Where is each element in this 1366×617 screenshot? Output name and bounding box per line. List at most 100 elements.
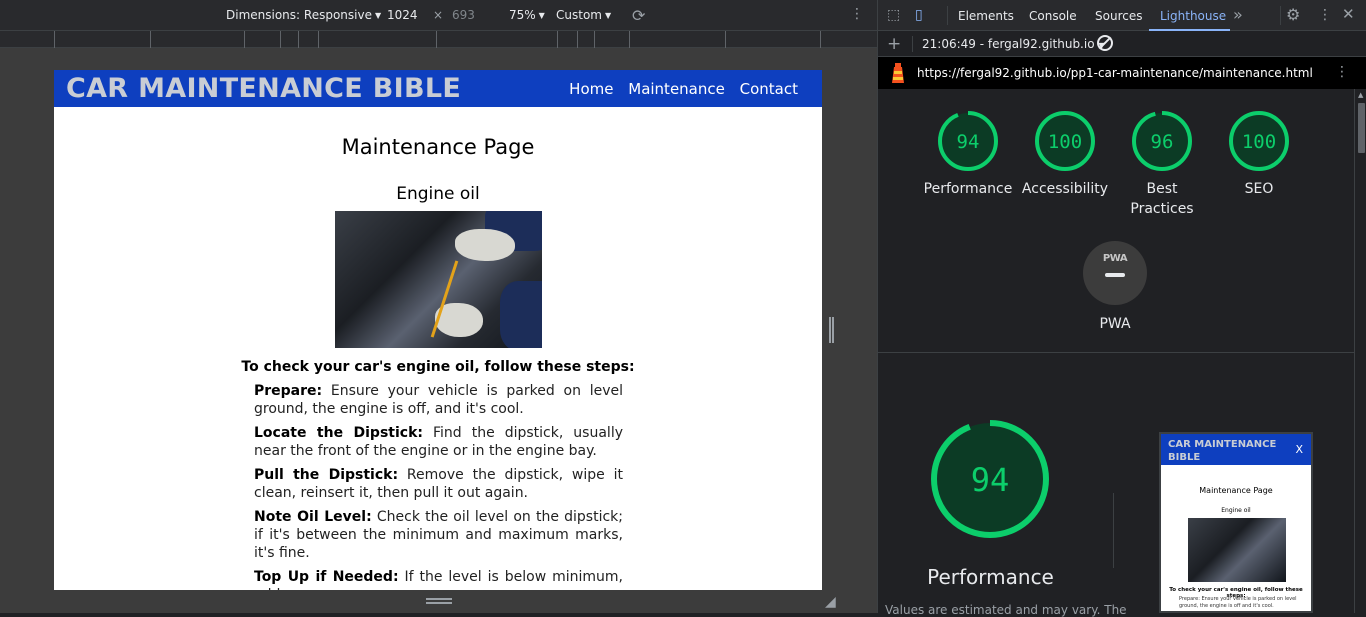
tab-console[interactable]: Console [1029, 9, 1077, 23]
divider [1113, 493, 1114, 568]
throttle-dropdown[interactable]: Custom ▼ [556, 8, 611, 22]
times-icon: × [433, 8, 444, 22]
gauge-label: Performance [923, 181, 1013, 197]
bottom-resize-handle[interactable] [54, 590, 822, 613]
gauge-best-practices[interactable]: 96 Best Practices [1112, 109, 1212, 219]
section-title: Engine oil [396, 184, 480, 204]
devtools-tabbar: ⬚ ▯ Elements Console Sources Lighthouse … [878, 0, 1366, 31]
close-icon[interactable]: ✕ [1342, 5, 1355, 23]
scrollbar-thumb[interactable] [1358, 103, 1365, 153]
scroll-up-icon[interactable]: ▲ [1358, 91, 1363, 99]
dimensions-label: Dimensions: Responsive [226, 8, 372, 22]
gauge-label: Accessibility [1021, 181, 1109, 197]
lighthouse-toolbar: + 21:06:49 - fergal92.github.io ▼ [878, 31, 1366, 57]
inspect-element-icon[interactable]: ⬚ [887, 7, 900, 23]
score-ring-icon: 96 [1132, 111, 1192, 171]
throttle-label: Custom [556, 8, 602, 22]
step-label: Prepare: [254, 383, 323, 399]
step-item: Locate the Dipstick: Find the dipstick, … [254, 424, 623, 460]
clear-icon[interactable] [1097, 35, 1113, 51]
more-tabs-icon[interactable]: » [1233, 5, 1243, 24]
more-options-icon[interactable]: ⋮ [850, 6, 864, 22]
score-value: 100 [1048, 131, 1082, 153]
chevron-down-icon: ▼ [604, 11, 612, 20]
media-query-ruler[interactable] [0, 31, 877, 48]
report-url-bar: https://fergal92.github.io/pp1-car-maint… [878, 57, 1366, 89]
pwa-badge-text: PWA [1102, 253, 1128, 264]
more-options-icon[interactable]: ⋮ [1335, 64, 1349, 80]
gauge-seo[interactable]: 100 SEO [1209, 109, 1309, 199]
step-item: Note Oil Level: Check the oil level on t… [254, 508, 623, 562]
score-value: 96 [1151, 131, 1174, 153]
chevron-down-icon: ▼ [374, 11, 382, 20]
step-label: Pull the Dipstick: [254, 467, 399, 483]
tab-elements[interactable]: Elements [958, 9, 1014, 23]
tab-sources[interactable]: Sources [1095, 9, 1142, 23]
thumbnail-close-icon: X [1295, 443, 1303, 456]
nav-link-home[interactable]: Home [569, 80, 613, 98]
score-ring-icon: 94 [938, 111, 998, 171]
steps-list: Prepare: Ensure your vehicle is parked o… [254, 382, 623, 590]
emulated-viewport[interactable]: CAR MAINTENANCE BIBLE Home Maintenance C… [54, 70, 822, 590]
site-header: CAR MAINTENANCE BIBLE Home Maintenance C… [54, 70, 822, 107]
gauge-accessibility[interactable]: 100 Accessibility [1015, 109, 1115, 199]
more-options-icon[interactable]: ⋮ [1318, 7, 1332, 23]
step-label: Note Oil Level: [254, 509, 372, 525]
score-summary: 94 Performance 100 Accessibility 96 Best… [878, 89, 1354, 353]
steps-intro: To check your car's engine oil, follow t… [241, 359, 635, 375]
step-item: Top Up if Needed: If the level is below … [254, 568, 623, 590]
corner-resize-icon[interactable]: ◢ [825, 594, 836, 610]
step-label: Top Up if Needed: [254, 569, 399, 585]
device-emulation-pane: Dimensions: Responsive ▼ 1024 × 693 75% ▼ … [0, 0, 877, 613]
nav-link-contact[interactable]: Contact [740, 80, 798, 98]
step-label: Locate the Dipstick: [254, 425, 423, 441]
engine-oil-image [335, 211, 542, 348]
gauge-label: Best Practices [1130, 181, 1194, 217]
side-resize-handle[interactable] [829, 317, 834, 343]
chevron-down-icon: ▼ [538, 11, 545, 20]
pwa-label: PWA [1099, 316, 1131, 332]
thumbnail-section-title: Engine oil [1221, 507, 1251, 514]
report-url[interactable]: https://fergal92.github.io/pp1-car-maint… [917, 66, 1313, 80]
zoom-dropdown[interactable]: 75% ▼ [509, 8, 545, 22]
rotate-icon[interactable]: ⟳ [632, 6, 645, 25]
gear-icon[interactable]: ⚙ [1286, 5, 1300, 24]
nav-link-maintenance[interactable]: Maintenance [628, 80, 725, 98]
thumbnail-image [1188, 518, 1286, 582]
thumbnail-title: CAR MAINTENANCE BIBLE [1168, 439, 1277, 463]
gauge-performance[interactable]: 94 Performance [918, 109, 1018, 199]
report-scrollbar[interactable]: ▲ [1354, 89, 1366, 613]
gauge-label: SEO [1244, 181, 1274, 197]
width-input[interactable]: 1024 [387, 8, 418, 22]
grip-icon [426, 598, 452, 604]
performance-big-gauge: 94 [928, 417, 1052, 545]
report-selector[interactable]: 21:06:49 - fergal92.github.io ▼ [922, 37, 1105, 51]
dash-icon [1105, 273, 1125, 277]
tab-lighthouse[interactable]: Lighthouse [1160, 9, 1226, 23]
performance-note: Values are estimated and may vary. The [885, 603, 1127, 617]
thumbnail-header: CAR MAINTENANCE BIBLE X [1161, 434, 1311, 465]
device-toolbar: Dimensions: Responsive ▼ 1024 × 693 75% ▼ … [0, 0, 877, 31]
height-input[interactable]: 693 [452, 8, 475, 22]
step-item: Prepare: Ensure your vehicle is parked o… [254, 382, 623, 418]
site-title[interactable]: CAR MAINTENANCE BIBLE [66, 73, 461, 104]
thumbnail-page-title: Maintenance Page [1199, 486, 1273, 495]
pwa-badge[interactable]: PWA [1083, 241, 1147, 305]
dimensions-dropdown[interactable]: Dimensions: Responsive ▼ [226, 8, 381, 22]
score-ring-icon: 100 [1229, 111, 1289, 171]
performance-score-value: 94 [971, 461, 1010, 499]
score-ring-icon: 94 [931, 420, 1049, 538]
score-ring-icon: 100 [1035, 111, 1095, 171]
score-value: 94 [957, 131, 980, 153]
report-label: 21:06:49 - fergal92.github.io [922, 37, 1095, 51]
plus-icon[interactable]: + [887, 34, 901, 54]
page-title: Maintenance Page [341, 135, 535, 159]
lighthouse-logo-icon [892, 63, 904, 83]
performance-section: 94 Performance Values are estimated and … [878, 353, 1354, 617]
step-item: Pull the Dipstick: Remove the dipstick, … [254, 466, 623, 502]
final-screenshot-thumbnail[interactable]: CAR MAINTENANCE BIBLE X Maintenance Page… [1159, 432, 1313, 613]
zoom-label: 75% [509, 8, 536, 22]
site-nav: Home Maintenance Contact [559, 80, 798, 98]
score-value: 100 [1242, 131, 1276, 153]
device-toggle-icon[interactable]: ▯ [915, 7, 923, 23]
